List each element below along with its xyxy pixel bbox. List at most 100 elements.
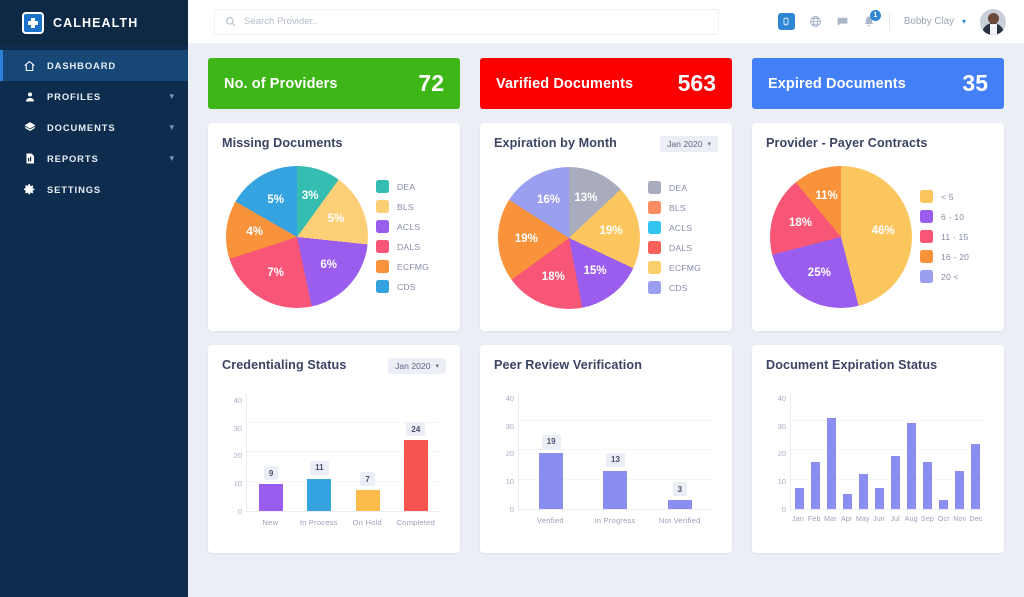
mobile-icon[interactable] bbox=[778, 13, 795, 30]
legend-item[interactable]: BLS bbox=[376, 200, 429, 213]
bar[interactable] bbox=[907, 423, 916, 509]
bar-value-label: 7 bbox=[360, 472, 374, 486]
bar[interactable] bbox=[539, 453, 563, 509]
x-axis-label: Oct bbox=[936, 516, 952, 523]
user-icon bbox=[22, 90, 37, 104]
legend-item[interactable]: 20 < bbox=[920, 270, 969, 283]
legend-item[interactable]: 16 - 20 bbox=[920, 250, 969, 263]
legend-swatch bbox=[648, 181, 661, 194]
sidebar-item-label: DASHBOARD bbox=[47, 60, 174, 71]
bar[interactable] bbox=[307, 479, 331, 511]
bar[interactable] bbox=[859, 474, 868, 509]
card-title: Provider - Payer Contracts bbox=[766, 136, 927, 150]
legend-item[interactable]: ECFMG bbox=[648, 261, 701, 274]
avatar[interactable] bbox=[980, 9, 1006, 35]
kpi-card-providers[interactable]: No. of Providers 72 bbox=[208, 58, 460, 109]
month-filter-dropdown[interactable]: Jan 2020 ▾ bbox=[660, 136, 718, 152]
bar[interactable] bbox=[827, 418, 836, 509]
card-body: 403020100911724NewIn ProcessOn HoldCompl… bbox=[222, 374, 446, 545]
legend-label: DEA bbox=[397, 182, 415, 192]
bar[interactable] bbox=[356, 490, 380, 511]
legend-item[interactable]: DALS bbox=[648, 241, 701, 254]
charts-row-bottom: Credentialing Status Jan 2020 ▾ 40302010… bbox=[208, 345, 1004, 553]
search-input[interactable] bbox=[244, 16, 708, 27]
bar-slot: 13 bbox=[583, 392, 647, 509]
bar[interactable] bbox=[891, 456, 900, 509]
bar[interactable] bbox=[603, 471, 627, 509]
legend-item[interactable]: DEA bbox=[648, 181, 701, 194]
chevron-down-icon[interactable]: ▾ bbox=[169, 92, 174, 101]
brand[interactable]: CALHEALTH bbox=[0, 0, 188, 46]
bar[interactable] bbox=[939, 500, 948, 509]
pie-legend: < 5 6 - 10 11 - 15 16 - 20 20 < bbox=[918, 190, 969, 283]
pie-graphic: 46%25%18%11% bbox=[770, 166, 912, 308]
bar[interactable] bbox=[971, 444, 980, 509]
bar-slot: 11 bbox=[295, 394, 343, 511]
user-name[interactable]: Bobby Clay bbox=[904, 16, 954, 27]
y-axis-tick: 40 bbox=[506, 395, 514, 402]
bar[interactable] bbox=[955, 471, 964, 509]
y-axis-tick: 30 bbox=[506, 423, 514, 430]
legend-item[interactable]: 11 - 15 bbox=[920, 230, 969, 243]
bar[interactable] bbox=[404, 440, 428, 511]
legend-item[interactable]: ECFMG bbox=[376, 260, 429, 273]
bar-slot bbox=[823, 392, 839, 509]
y-axis-tick: 10 bbox=[506, 478, 514, 485]
kpi-card-varified-documents[interactable]: Varified Documents 563 bbox=[480, 58, 732, 109]
bar[interactable] bbox=[875, 488, 884, 509]
x-axis-label: Verified bbox=[518, 516, 583, 525]
legend-item[interactable]: < 5 bbox=[920, 190, 969, 203]
sidebar-item-settings[interactable]: SETTINGS bbox=[0, 174, 188, 205]
chevron-down-icon[interactable]: ▾ bbox=[962, 17, 966, 26]
bar[interactable] bbox=[811, 462, 820, 509]
bar-slot bbox=[920, 392, 936, 509]
pie-slice-label: 4% bbox=[246, 226, 263, 238]
x-axis-label: In Process bbox=[295, 518, 344, 527]
y-axis: 403020100 bbox=[496, 392, 518, 510]
x-axis-label: Not Verified bbox=[647, 516, 712, 525]
kpi-card-expired-documents[interactable]: Expired Documents 35 bbox=[752, 58, 1004, 109]
card-peer-review-verification: Peer Review Verification 40302010019133V… bbox=[480, 345, 732, 553]
sidebar-item-reports[interactable]: REPORTS ▾ bbox=[0, 143, 188, 174]
sidebar-item-profiles[interactable]: PROFILES ▾ bbox=[0, 81, 188, 112]
bar[interactable] bbox=[843, 494, 852, 509]
x-axis-label: Jul bbox=[887, 516, 903, 523]
bar-slot bbox=[871, 392, 887, 509]
legend-item[interactable]: ACLS bbox=[648, 221, 701, 234]
card-title: Expiration by Month bbox=[494, 136, 617, 150]
chevron-down-icon[interactable]: ▾ bbox=[169, 123, 174, 132]
bar[interactable] bbox=[668, 500, 692, 509]
legend-item[interactable]: CDS bbox=[376, 280, 429, 293]
bar[interactable] bbox=[795, 488, 804, 509]
y-axis-tick: 0 bbox=[238, 508, 242, 515]
globe-icon[interactable] bbox=[809, 15, 822, 28]
card-header: Expiration by Month Jan 2020 ▾ bbox=[494, 136, 718, 152]
pie-slice-label: 15% bbox=[584, 265, 607, 277]
bar[interactable] bbox=[259, 484, 283, 511]
y-axis-tick: 30 bbox=[234, 425, 242, 432]
chevron-down-icon: ▾ bbox=[707, 140, 711, 148]
legend-item[interactable]: BLS bbox=[648, 201, 701, 214]
legend-item[interactable]: CDS bbox=[648, 281, 701, 294]
sidebar-item-dashboard[interactable]: DASHBOARD bbox=[0, 50, 188, 81]
dashboard-page: CALHEALTH DASHBOARD PROFILES ▾ bbox=[0, 0, 1024, 597]
pie-slice-label: 11% bbox=[815, 190, 837, 202]
search-bar[interactable] bbox=[214, 9, 719, 35]
month-filter-dropdown[interactable]: Jan 2020 ▾ bbox=[388, 358, 446, 374]
legend-swatch bbox=[920, 230, 933, 243]
x-axis-label: Nov bbox=[952, 516, 968, 523]
legend-item[interactable]: DEA bbox=[376, 180, 429, 193]
bar[interactable] bbox=[923, 462, 932, 509]
sidebar-item-documents[interactable]: DOCUMENTS ▾ bbox=[0, 112, 188, 143]
pie-slice-label: 5% bbox=[328, 213, 345, 225]
chevron-down-icon[interactable]: ▾ bbox=[169, 154, 174, 163]
pie-slice-label: 18% bbox=[542, 271, 565, 283]
brand-name: CALHEALTH bbox=[53, 16, 138, 30]
bell-icon[interactable]: 1 bbox=[863, 15, 875, 28]
bar-value-label: 3 bbox=[673, 482, 687, 496]
chat-icon[interactable] bbox=[836, 15, 849, 28]
legend-item[interactable]: DALS bbox=[376, 240, 429, 253]
legend-item[interactable]: 6 - 10 bbox=[920, 210, 969, 223]
pie-slice-label: 18% bbox=[789, 217, 812, 229]
legend-item[interactable]: ACLS bbox=[376, 220, 429, 233]
